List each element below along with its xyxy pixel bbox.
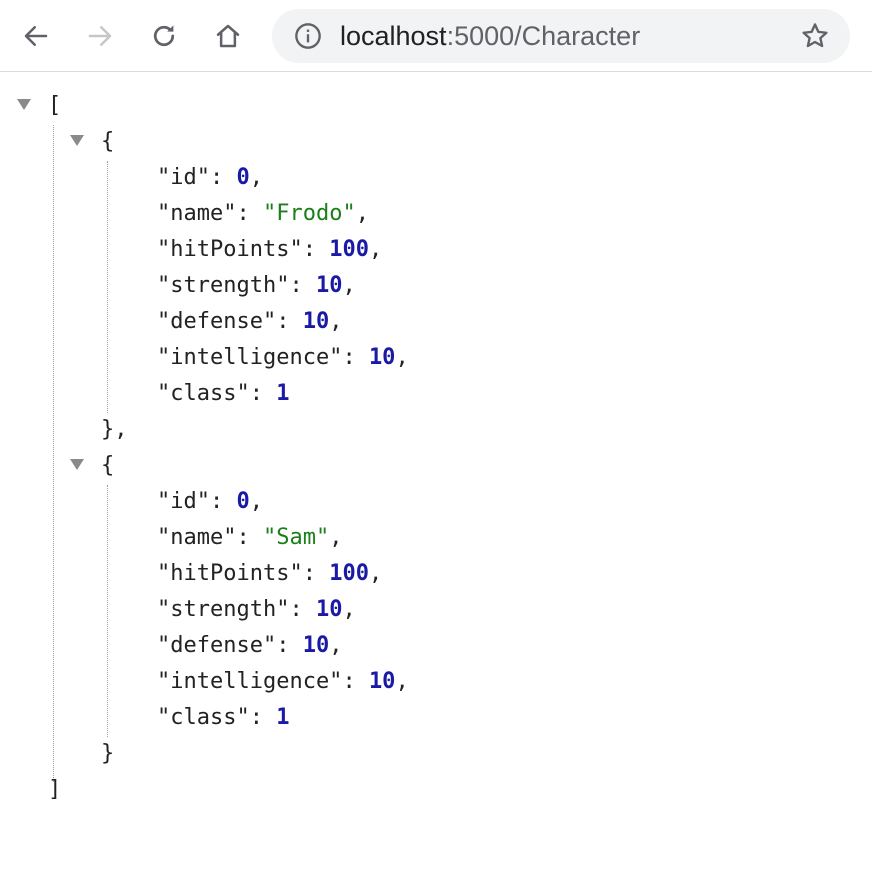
json-key: "intelligence" xyxy=(157,669,343,694)
json-key: "id" xyxy=(157,165,210,190)
url-text[interactable]: localhost:5000/Character xyxy=(340,9,640,63)
json-separator: , xyxy=(368,237,383,262)
json-key: "hitPoints" xyxy=(157,561,303,586)
json-separator: , xyxy=(342,597,356,622)
json-property-row: "class": 1 xyxy=(157,376,289,412)
json-colon: : xyxy=(209,489,237,514)
json-number-value: 1 xyxy=(276,381,290,406)
json-key: "class" xyxy=(157,705,250,730)
json-key: "name" xyxy=(157,201,237,226)
json-colon: : xyxy=(302,561,330,586)
json-colon: : xyxy=(249,381,277,406)
json-colon: : xyxy=(289,597,316,622)
json-key: "id" xyxy=(157,489,210,514)
address-bar[interactable]: localhost:5000/Character xyxy=(272,9,850,63)
object-open-brace: { xyxy=(101,129,115,154)
object-guide-line xyxy=(107,485,108,737)
json-number-value: 100 xyxy=(329,561,369,586)
json-property-row: "hitPoints": 100, xyxy=(157,556,382,592)
json-key: "intelligence" xyxy=(157,345,343,370)
json-number-value: 1 xyxy=(276,705,290,730)
json-colon: : xyxy=(276,633,303,658)
json-key: "hitPoints" xyxy=(157,237,303,262)
json-key: "class" xyxy=(157,381,250,406)
json-property-row: "hitPoints": 100, xyxy=(157,232,382,268)
json-separator: , xyxy=(329,309,343,334)
json-property-row: "name": "Sam", xyxy=(157,520,342,556)
object-open-brace: { xyxy=(101,453,115,478)
json-separator: , xyxy=(342,273,356,298)
json-colon: : xyxy=(249,705,277,730)
home-button[interactable] xyxy=(208,16,248,56)
json-property-row: "intelligence": 10, xyxy=(157,340,409,376)
root-guide-line xyxy=(53,125,54,782)
open-bracket: [ xyxy=(48,93,62,118)
json-colon: : xyxy=(289,273,316,298)
reload-icon xyxy=(153,25,175,47)
json-number-value: 10 xyxy=(302,633,330,658)
json-separator: , xyxy=(395,669,409,694)
back-button[interactable] xyxy=(16,16,56,56)
info-circle-icon[interactable] xyxy=(294,22,322,50)
collapse-object-toggle-icon[interactable] xyxy=(70,135,84,146)
json-string-value: "Sam" xyxy=(262,525,330,550)
json-number-value: 0 xyxy=(236,489,250,514)
url-path: :5000/Character xyxy=(446,21,641,51)
forward-button[interactable] xyxy=(80,16,120,56)
json-colon: : xyxy=(209,165,237,190)
json-number-value: 10 xyxy=(368,345,396,370)
json-string-value: "Frodo" xyxy=(262,201,356,226)
json-property-row: "intelligence": 10, xyxy=(157,664,409,700)
json-key: "name" xyxy=(157,525,237,550)
json-separator: , xyxy=(395,345,409,370)
browser-toolbar: localhost:5000/Character xyxy=(0,0,872,72)
json-separator: , xyxy=(368,561,383,586)
json-property-row: "id": 0, xyxy=(157,484,263,520)
json-number-value: 10 xyxy=(315,597,343,622)
object-close-brace: }, xyxy=(101,417,128,442)
url-host: localhost xyxy=(340,21,447,51)
json-number-value: 0 xyxy=(236,165,250,190)
collapse-root-toggle-icon[interactable] xyxy=(17,99,31,110)
json-property-row: "class": 1 xyxy=(157,700,289,736)
arrow-left-icon xyxy=(24,26,48,46)
json-key: "strength" xyxy=(157,597,290,622)
json-property-row: "name": "Frodo", xyxy=(157,196,369,232)
json-property-row: "strength": 10, xyxy=(157,268,356,304)
json-property-row: "defense": 10, xyxy=(157,304,342,340)
json-number-value: 100 xyxy=(329,237,369,262)
close-bracket: ] xyxy=(48,777,62,802)
arrow-right-icon xyxy=(88,26,112,46)
json-number-value: 10 xyxy=(368,669,396,694)
reload-button[interactable] xyxy=(144,16,184,56)
json-number-value: 10 xyxy=(315,273,343,298)
json-colon: : xyxy=(342,345,369,370)
json-key: "defense" xyxy=(157,633,277,658)
json-colon: : xyxy=(276,309,303,334)
json-separator: , xyxy=(249,165,263,190)
json-colon: : xyxy=(342,669,369,694)
json-property-row: "strength": 10, xyxy=(157,592,356,628)
json-colon: : xyxy=(236,525,263,550)
home-icon xyxy=(216,24,240,48)
collapse-object-toggle-icon[interactable] xyxy=(70,459,84,470)
json-property-row: "id": 0, xyxy=(157,160,263,196)
json-key: "strength" xyxy=(157,273,290,298)
json-key: "defense" xyxy=(157,309,277,334)
json-viewer: [ ] { "id": 0, "name": "Frodo", "hitPoints… xyxy=(0,73,872,894)
object-guide-line xyxy=(107,161,108,413)
json-separator: , xyxy=(249,489,263,514)
object-close-brace: } xyxy=(101,741,115,766)
json-separator: , xyxy=(329,633,343,658)
json-number-value: 10 xyxy=(302,309,330,334)
json-separator: , xyxy=(355,201,369,226)
json-property-row: "defense": 10, xyxy=(157,628,342,664)
json-colon: : xyxy=(236,201,263,226)
json-colon: : xyxy=(302,237,330,262)
star-outline-icon[interactable] xyxy=(800,21,830,51)
json-separator: , xyxy=(329,525,343,550)
